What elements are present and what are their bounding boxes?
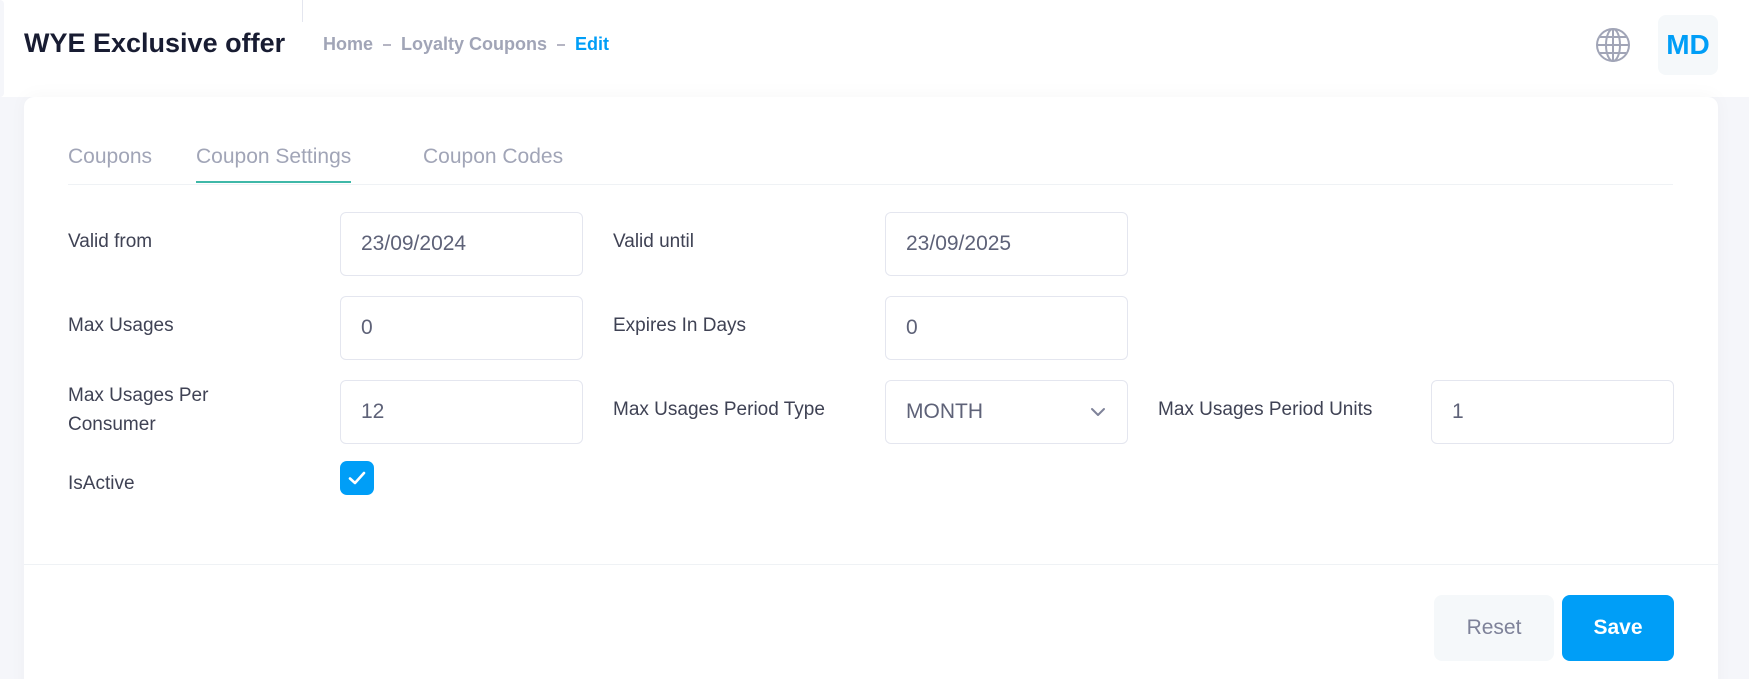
expires-in-days-label: Expires In Days (613, 315, 747, 336)
coupon-settings-card: Coupons Coupon Settings Coupon Codes Val… (24, 97, 1718, 679)
expires-in-days-field[interactable] (885, 296, 1128, 360)
valid-until-label: Valid until (613, 231, 694, 252)
valid-from-field[interactable] (340, 212, 583, 276)
max-usages-per-consumer-input[interactable] (361, 400, 562, 424)
max-usages-input[interactable] (361, 316, 562, 340)
breadcrumb-home[interactable]: Home (323, 34, 373, 55)
reset-button[interactable]: Reset (1434, 595, 1554, 661)
save-button[interactable]: Save (1562, 595, 1674, 661)
card-footer-divider (24, 564, 1718, 565)
max-usages-label: Max Usages (68, 315, 174, 336)
tab-coupon-codes[interactable]: Coupon Codes (423, 145, 563, 181)
valid-until-field[interactable] (885, 212, 1128, 276)
max-usages-per-consumer-label: Max Usages Per Consumer (68, 381, 208, 439)
check-icon (348, 471, 366, 485)
valid-from-input[interactable] (361, 232, 562, 256)
user-avatar[interactable]: MD (1658, 15, 1718, 75)
app-header: WYE Exclusive offer Home Loyalty Coupons… (0, 0, 1749, 97)
is-active-checkbox[interactable] (340, 461, 374, 495)
max-usages-field[interactable] (340, 296, 583, 360)
tab-bar: Coupons Coupon Settings Coupon Codes (68, 135, 1673, 185)
chevron-down-icon (1091, 408, 1105, 416)
max-usages-per-consumer-field[interactable] (340, 380, 583, 444)
max-usages-period-units-field[interactable] (1431, 380, 1674, 444)
page-title: WYE Exclusive offer (24, 28, 286, 58)
header-divider (302, 0, 303, 22)
breadcrumb-separator (557, 43, 566, 46)
max-usages-period-type-select[interactable]: MONTH (885, 380, 1128, 444)
max-usages-period-type-label: Max Usages Period Type (613, 399, 825, 420)
breadcrumb-separator (383, 43, 392, 46)
tab-coupons[interactable]: Coupons (68, 145, 152, 181)
max-usages-period-units-label: Max Usages Period Units (1158, 399, 1373, 420)
is-active-label: IsActive (68, 473, 135, 494)
valid-from-label: Valid from (68, 231, 153, 252)
tab-coupon-settings[interactable]: Coupon Settings (196, 145, 352, 183)
breadcrumb: Home Loyalty Coupons Edit (323, 34, 609, 55)
valid-until-input[interactable] (906, 232, 1107, 256)
max-usages-per-consumer-label-line2: Consumer (68, 414, 156, 435)
breadcrumb-current: Edit (575, 34, 610, 54)
max-usages-period-units-input[interactable] (1452, 400, 1653, 424)
breadcrumb-loyalty-coupons[interactable]: Loyalty Coupons (401, 34, 547, 55)
globe-icon[interactable] (1595, 27, 1631, 63)
max-usages-period-type-value: MONTH (906, 400, 983, 423)
max-usages-per-consumer-label-line1: Max Usages Per (68, 385, 209, 406)
expires-in-days-input[interactable] (906, 316, 1107, 340)
sidebar-edge (0, 0, 4, 97)
